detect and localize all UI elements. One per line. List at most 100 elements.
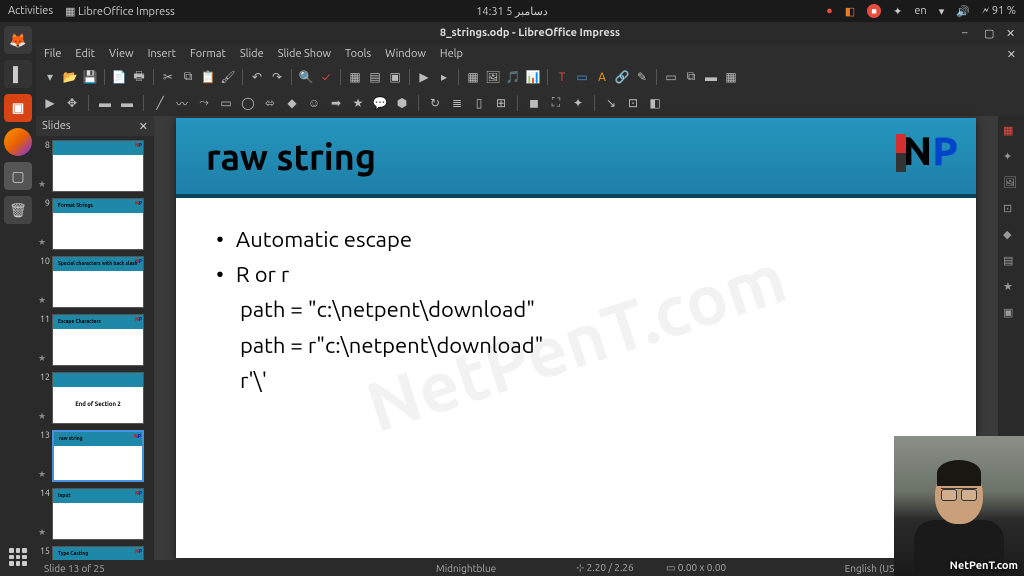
slide-trans-icon[interactable]: ▤ bbox=[1003, 254, 1019, 270]
properties-icon[interactable]: ▦ bbox=[1003, 124, 1019, 140]
slide-body[interactable]: Automatic escape R or r path = "c:\netpe… bbox=[176, 198, 976, 422]
find-icon[interactable]: 🔍 bbox=[298, 69, 314, 85]
new-icon[interactable]: ▾ bbox=[42, 69, 58, 85]
master-icon[interactable]: ▣ bbox=[387, 69, 403, 85]
activities-button[interactable]: Activities bbox=[8, 5, 53, 17]
styles-icon[interactable]: ✦ bbox=[1003, 150, 1019, 166]
bullet-1[interactable]: Automatic escape bbox=[216, 222, 936, 257]
insert-header-icon[interactable]: ▭ bbox=[574, 69, 590, 85]
ellipse-icon[interactable]: ◯ bbox=[240, 95, 256, 111]
dock-files[interactable]: ▢ bbox=[4, 162, 32, 190]
dock-impress[interactable]: ▣ bbox=[4, 94, 32, 122]
export-pdf-icon[interactable]: 📄 bbox=[111, 69, 127, 85]
network-icon[interactable]: ▾ bbox=[939, 5, 945, 18]
open-icon[interactable]: 📂 bbox=[62, 69, 78, 85]
slide-thumb-9[interactable]: Format StringsNP bbox=[52, 198, 144, 250]
stars-icon[interactable]: ★ bbox=[350, 95, 366, 111]
start-current-icon[interactable]: ▸ bbox=[436, 69, 452, 85]
spellcheck-icon[interactable]: ✓ bbox=[318, 69, 334, 85]
menu-slide[interactable]: Slide bbox=[240, 48, 264, 60]
menu-window[interactable]: Window bbox=[385, 48, 426, 60]
panel-close-icon[interactable]: ✕ bbox=[139, 120, 148, 133]
slide-thumb-14[interactable]: InputNP bbox=[52, 488, 144, 540]
menu-help[interactable]: Help bbox=[440, 48, 463, 60]
distribute-icon[interactable]: ⊞ bbox=[493, 95, 509, 111]
display-views-icon[interactable]: ▤ bbox=[367, 69, 383, 85]
copy-icon[interactable]: ⧉ bbox=[180, 69, 196, 85]
canvas-area[interactable]: NetPenT.com raw string NP Automatic esca… bbox=[154, 116, 998, 560]
insert-chart-icon[interactable]: 📊 bbox=[525, 69, 541, 85]
maximize-button[interactable]: ▢ bbox=[984, 27, 996, 39]
print-icon[interactable]: 🖶 bbox=[131, 69, 147, 85]
insert-fontwork-icon[interactable]: A bbox=[594, 69, 610, 85]
slide-layout-icon[interactable]: ▦ bbox=[723, 69, 739, 85]
zoom-pan-icon[interactable]: ✥ bbox=[64, 95, 80, 111]
insert-hyperlink-icon[interactable]: 🔗 bbox=[614, 69, 630, 85]
code-line-1[interactable]: path = "c:\netpent\download" bbox=[216, 292, 936, 327]
symbol-shapes-icon[interactable]: ☺ bbox=[306, 95, 322, 111]
save-icon[interactable]: 💾 bbox=[82, 69, 98, 85]
insert-image-icon[interactable]: 🖼 bbox=[485, 69, 501, 85]
volume-icon[interactable]: 🔊 bbox=[956, 5, 970, 18]
dock-gimp[interactable]: 🦊 bbox=[4, 26, 32, 54]
menu-format[interactable]: Format bbox=[190, 48, 226, 60]
glue-icon[interactable]: ⊡ bbox=[625, 95, 641, 111]
line-icon[interactable]: ╱ bbox=[152, 95, 168, 111]
start-first-icon[interactable]: ▶ bbox=[416, 69, 432, 85]
rotate-icon[interactable]: ↻ bbox=[427, 95, 443, 111]
insert-av-icon[interactable]: 🎵 bbox=[505, 69, 521, 85]
menu-tools[interactable]: Tools bbox=[345, 48, 371, 60]
slide-thumb-10[interactable]: Special characters with back slashNP bbox=[52, 256, 144, 308]
shapes-icon[interactable]: ◆ bbox=[1003, 228, 1019, 244]
close-button[interactable]: ✕ bbox=[1006, 27, 1018, 39]
callout-icon[interactable]: 💬 bbox=[372, 95, 388, 111]
fill-color-icon[interactable]: ▬ bbox=[119, 95, 135, 111]
dock-trash[interactable]: 🗑 bbox=[4, 196, 32, 224]
redo-icon[interactable]: ↷ bbox=[269, 69, 285, 85]
slide-thumb-13[interactable]: raw stringNP bbox=[52, 430, 144, 482]
shadow-icon[interactable]: ◼ bbox=[526, 95, 542, 111]
master-slides-icon[interactable]: ▣ bbox=[1003, 306, 1019, 322]
duplicate-slide-icon[interactable]: ⧉ bbox=[683, 69, 699, 85]
arrow-shapes-icon[interactable]: ⬄ bbox=[262, 95, 278, 111]
clone-format-icon[interactable]: 🖌 bbox=[220, 69, 236, 85]
slide-title[interactable]: raw string bbox=[206, 136, 376, 177]
arrange-icon[interactable]: ▯ bbox=[471, 95, 487, 111]
slide-thumb-15[interactable]: Type CastingNP bbox=[52, 546, 144, 560]
filter-icon[interactable]: ✦ bbox=[570, 95, 586, 111]
code-line-3[interactable]: r'\' bbox=[216, 363, 936, 398]
navigator-icon[interactable]: ⊡ bbox=[1003, 202, 1019, 218]
align-icon[interactable]: ≣ bbox=[449, 95, 465, 111]
slide-canvas[interactable]: NetPenT.com raw string NP Automatic esca… bbox=[176, 118, 976, 558]
clock[interactable]: 14:31 دسامبر 5 bbox=[476, 6, 548, 18]
stop-indicator[interactable]: ■ bbox=[867, 4, 881, 18]
3d-icon[interactable]: ⬢ bbox=[394, 95, 410, 111]
slide-thumb-12[interactable]: End of Section 2 bbox=[52, 372, 144, 424]
crop-icon[interactable]: ⛶ bbox=[548, 95, 564, 111]
grid-icon[interactable]: ▦ bbox=[347, 69, 363, 85]
points-icon[interactable]: ↘ bbox=[603, 95, 619, 111]
menu-insert[interactable]: Insert bbox=[148, 48, 176, 60]
select-icon[interactable]: ▶ bbox=[42, 95, 58, 111]
slides-list[interactable]: 8★NP9★Format StringsNP10★Special charact… bbox=[36, 136, 154, 560]
menu-edit[interactable]: Edit bbox=[75, 48, 95, 60]
menu-file[interactable]: File bbox=[44, 48, 61, 60]
animation-icon[interactable]: ★ bbox=[1003, 280, 1019, 296]
dock-firefox[interactable] bbox=[4, 128, 32, 156]
battery-icon[interactable]: 🗲 91 % bbox=[982, 5, 1016, 18]
app-menu[interactable]: ▦ LibreOffice Impress bbox=[65, 5, 175, 18]
slide-thumb-8[interactable]: NP bbox=[52, 140, 144, 192]
bullet-2[interactable]: R or r bbox=[216, 257, 936, 292]
doc-close-button[interactable]: ✕ bbox=[1007, 48, 1016, 61]
menu-slideshow[interactable]: Slide Show bbox=[278, 48, 331, 60]
lang-indicator[interactable]: en bbox=[914, 5, 926, 17]
connector-icon[interactable]: ⤳ bbox=[196, 95, 212, 111]
line-color-icon[interactable]: ▬ bbox=[97, 95, 113, 111]
slide-title-area[interactable]: raw string bbox=[176, 118, 976, 198]
curve-icon[interactable]: 〰 bbox=[174, 95, 190, 111]
insert-special-icon[interactable]: ✎ bbox=[634, 69, 650, 85]
gallery-icon[interactable]: 🖼 bbox=[1003, 176, 1019, 192]
basic-shapes-icon[interactable]: ◆ bbox=[284, 95, 300, 111]
slide-thumb-11[interactable]: Escape CharactersNP bbox=[52, 314, 144, 366]
delete-slide-icon[interactable]: ▬ bbox=[703, 69, 719, 85]
